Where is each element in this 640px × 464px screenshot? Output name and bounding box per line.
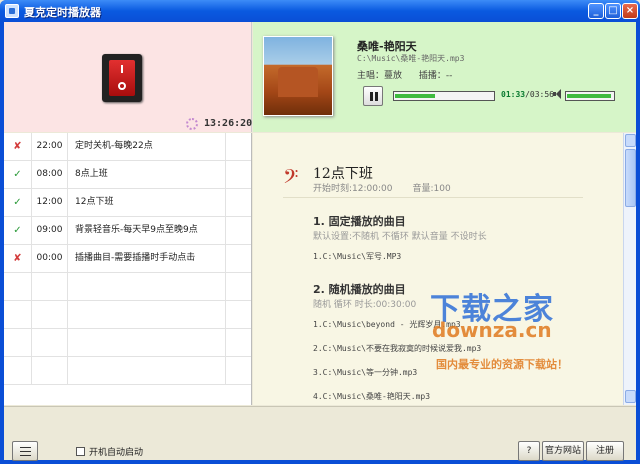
volume-fill: [567, 94, 611, 98]
help-button[interactable]: ?: [518, 441, 540, 461]
schedule-name: [68, 273, 226, 300]
song-path: C:\Music\桑唯-艳阳天.mp3: [357, 54, 465, 63]
status-icon[interactable]: [4, 273, 32, 300]
schedule-name: [68, 329, 226, 356]
power-switch-icon: [109, 60, 135, 96]
seek-fill: [395, 94, 435, 98]
schedule-row[interactable]: [4, 301, 251, 329]
schedule-row[interactable]: ✓ 08:00 8点上班: [4, 161, 251, 189]
insert-info: 插播：--: [418, 71, 453, 81]
now-playing-panel: 桑唯-艳阳天 C:\Music\桑唯-艳阳天.mp3 主唱：蔓放 插播：-- 0…: [253, 22, 636, 132]
close-button[interactable]: ×: [622, 3, 638, 19]
song-title: 桑唯-艳阳天: [357, 40, 417, 53]
status-icon[interactable]: ✘: [4, 245, 32, 272]
schedule-time: [32, 301, 68, 328]
status-icon[interactable]: ✘: [4, 133, 32, 160]
minimize-button[interactable]: _: [588, 3, 604, 19]
scroll-down-arrow-icon[interactable]: [625, 390, 636, 403]
section-fixed-settings: 默认设置:不随机 不循环 默认音量 不设时长: [313, 232, 487, 242]
schedule-time: 09:00: [32, 217, 68, 244]
song-meta: 主唱：蔓放 插播：--: [357, 68, 466, 81]
scroll-up-arrow-icon[interactable]: [625, 134, 636, 147]
music-clef-icon: 𝄢: [283, 165, 299, 193]
scroll-thumb[interactable]: [625, 149, 636, 207]
volume-icon[interactable]: [553, 89, 563, 99]
watermark-url: downza.cn: [432, 318, 552, 342]
schedule-time: [32, 329, 68, 356]
section-random-settings: 随机 循环 时长:00:30:00: [313, 300, 417, 310]
schedule-name: 8点上班: [68, 161, 226, 188]
schedule-list: ✘ 22:00 定时关机-每晚22点 ✓ 08:00 8点上班 ✓ 12:00 12点下班 ✓ 09…: [4, 133, 252, 405]
schedule-name: 插播曲目-需要插播时手动点击: [68, 245, 226, 272]
random-track-item[interactable]: 4.C:\Music\桑唯-艳阳天.mp3: [313, 391, 430, 402]
official-site-button[interactable]: 官方网站: [542, 441, 584, 461]
task-subtitle: 开始时刻:12:00:00 音量:100: [313, 184, 451, 194]
schedule-row[interactable]: ✘ 00:00 插播曲目-需要插播时手动点击: [4, 245, 251, 273]
status-icon[interactable]: [4, 329, 32, 356]
section-random-title: 2. 随机播放的曲目: [313, 283, 406, 296]
schedule-row[interactable]: ✘ 22:00 定时关机-每晚22点: [4, 133, 251, 161]
autostart-label: 开机自动启动: [89, 448, 144, 458]
time-readout: 01:33/03:56: [501, 90, 554, 99]
loading-spinner-icon: [186, 118, 198, 130]
schedule-time: 00:00: [32, 245, 68, 272]
app-window: 夏克定时播放器 _ □ × 13:26:20 桑唯-艳阳天 C:\Music\桑…: [0, 0, 640, 464]
album-art: [263, 36, 333, 116]
schedule-row[interactable]: [4, 273, 251, 301]
menu-button[interactable]: [12, 441, 38, 461]
schedule-time: 08:00: [32, 161, 68, 188]
schedule-name: 定时关机-每晚22点: [68, 133, 226, 160]
watermark-slogan: 国内最专业的资源下载站！: [436, 358, 568, 371]
seek-bar[interactable]: [393, 91, 495, 101]
window-title: 夏克定时播放器: [24, 6, 101, 19]
schedule-row[interactable]: [4, 357, 251, 385]
detail-scrollbar[interactable]: [623, 133, 636, 405]
schedule-time: 12:00: [32, 189, 68, 216]
fixed-track-item[interactable]: 1.C:\Music\军号.MP3: [313, 251, 401, 262]
schedule-name: [68, 301, 226, 328]
schedule-row[interactable]: ✓ 09:00 背景轻音乐-每天早9点至晚9点: [4, 217, 251, 245]
schedule-time: [32, 273, 68, 300]
power-panel: 13:26:20: [4, 22, 252, 132]
schedule-time: 22:00: [32, 133, 68, 160]
current-time: 13:26:20: [204, 118, 253, 129]
status-icon[interactable]: [4, 301, 32, 328]
schedule-name: [68, 357, 226, 384]
status-icon[interactable]: ✓: [4, 217, 32, 244]
title-bar[interactable]: 夏克定时播放器 _ □ ×: [0, 0, 640, 22]
client-area: 13:26:20 桑唯-艳阳天 C:\Music\桑唯-艳阳天.mp3 主唱：蔓…: [4, 22, 636, 461]
random-track-item[interactable]: 2.C:\Music\不要在我寂寞的时候说爱我.mp3: [313, 343, 481, 354]
schedule-row[interactable]: [4, 329, 251, 357]
task-title: 12点下班: [313, 166, 373, 182]
autostart-checkbox[interactable]: [76, 447, 85, 456]
schedule-name: 背景轻音乐-每天早9点至晚9点: [68, 217, 226, 244]
app-icon: [5, 4, 19, 18]
status-icon[interactable]: [4, 357, 32, 384]
section-fixed-title: 1. 固定播放的曲目: [313, 215, 406, 228]
status-icon[interactable]: ✓: [4, 189, 32, 216]
maximize-button[interactable]: □: [605, 3, 621, 19]
schedule-time: [32, 357, 68, 384]
schedule-name: 12点下班: [68, 189, 226, 216]
pause-button[interactable]: [363, 86, 383, 106]
footer-bar: 开机自动启动 ? 官方网站 注册: [4, 406, 636, 461]
register-button[interactable]: 注册: [586, 441, 624, 461]
status-icon[interactable]: ✓: [4, 161, 32, 188]
schedule-row[interactable]: ✓ 12:00 12点下班: [4, 189, 251, 217]
singer-info: 主唱：蔓放: [357, 71, 403, 81]
random-track-item[interactable]: 3.C:\Music\等一分钟.mp3: [313, 367, 417, 378]
volume-slider[interactable]: [565, 91, 615, 101]
power-switch-button[interactable]: [102, 54, 142, 102]
